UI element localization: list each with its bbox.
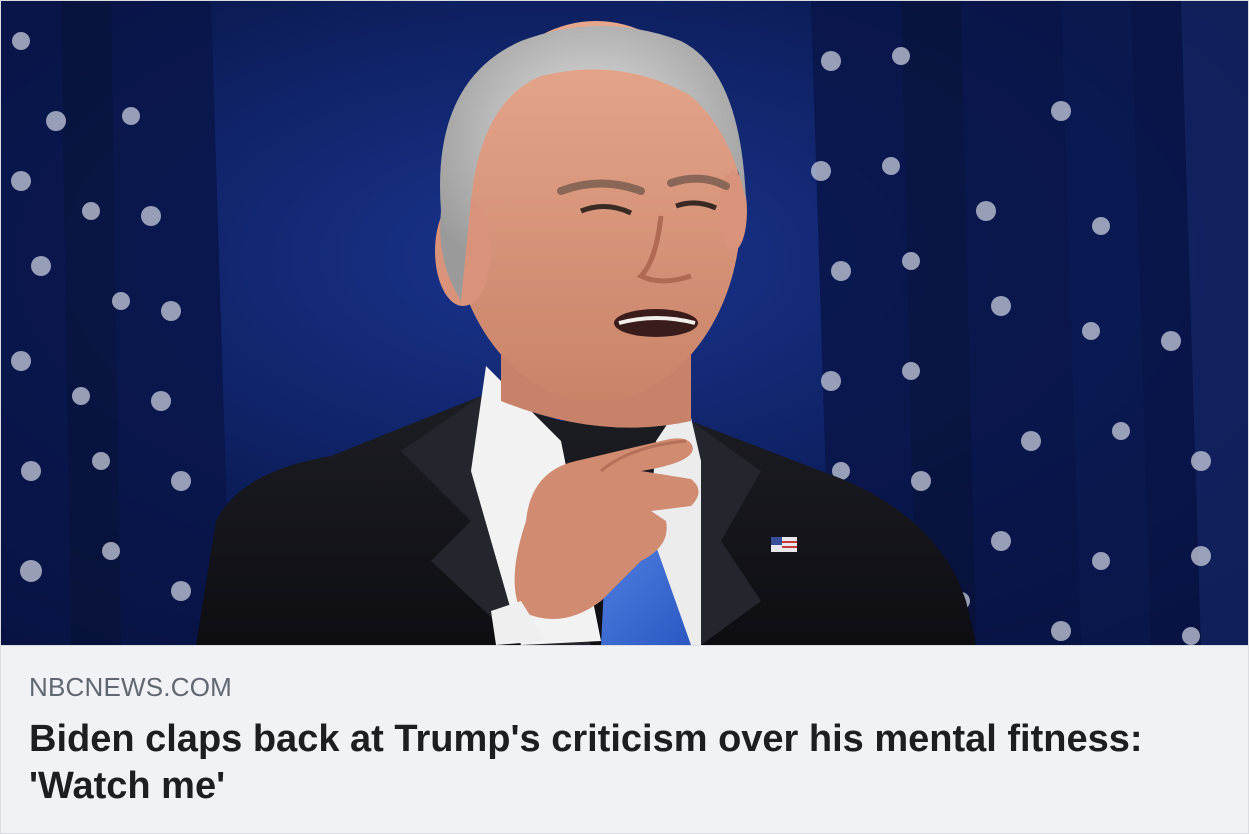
article-headline[interactable]: Biden claps back at Trump's criticism ov… bbox=[29, 716, 1209, 810]
link-preview-card[interactable]: NBCNEWS.COM Biden claps back at Trump's … bbox=[0, 0, 1249, 834]
link-caption[interactable]: NBCNEWS.COM Biden claps back at Trump's … bbox=[1, 645, 1248, 833]
source-domain: NBCNEWS.COM bbox=[29, 672, 232, 702]
article-photo[interactable] bbox=[1, 1, 1248, 645]
